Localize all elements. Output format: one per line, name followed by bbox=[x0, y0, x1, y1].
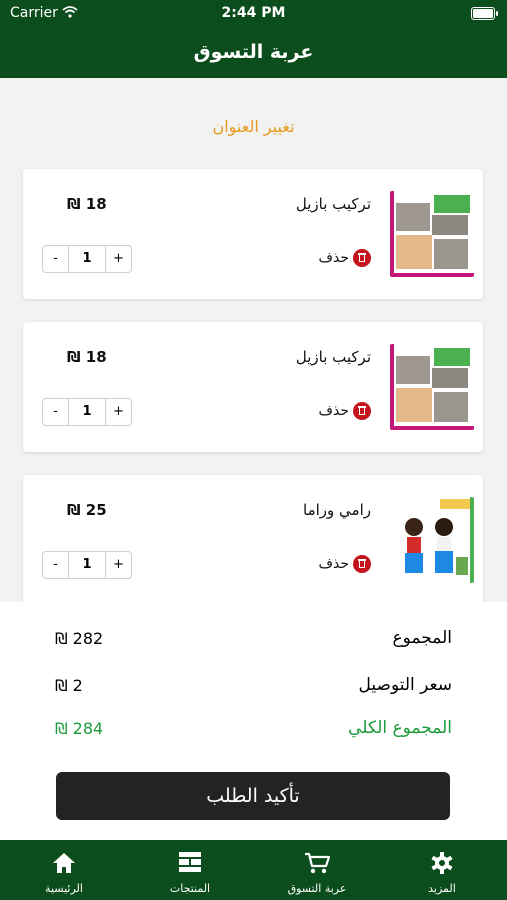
decrease-button[interactable]: - bbox=[43, 552, 69, 578]
quantity-value: 1 bbox=[82, 404, 92, 419]
decrease-button[interactable]: - bbox=[43, 246, 69, 272]
product-name: تركيب بازيل bbox=[295, 195, 371, 213]
trash-icon bbox=[353, 249, 371, 267]
increase-button[interactable]: + bbox=[105, 246, 131, 272]
tab-bar: الرئيسية المنتجات عربة التسوق المزيد bbox=[0, 840, 507, 900]
cart-icon bbox=[305, 852, 331, 874]
increase-button[interactable]: + bbox=[105, 552, 131, 578]
decrease-button[interactable]: - bbox=[43, 399, 69, 425]
trash-icon bbox=[353, 402, 371, 420]
subtotal-value: 282 ₪ bbox=[55, 628, 104, 648]
change-address-link[interactable]: تغيير العنوان bbox=[0, 117, 507, 136]
quantity-stepper: - 1 + bbox=[42, 551, 132, 579]
total-row: 284 ₪ المجموع الكلي bbox=[55, 713, 452, 743]
subtotal-row: 282 ₪ المجموع bbox=[55, 623, 452, 653]
delete-label: حذف bbox=[318, 556, 349, 572]
increase-button[interactable]: + bbox=[105, 399, 131, 425]
page-title: عربة التسوق bbox=[0, 26, 507, 78]
tab-cart[interactable]: عربة التسوق bbox=[262, 840, 372, 900]
product-price: 25 ₪ bbox=[67, 501, 107, 519]
product-name: تركيب بازيل bbox=[295, 348, 371, 366]
quantity-stepper: - 1 + bbox=[42, 245, 132, 273]
tab-label: المنتجات bbox=[169, 882, 211, 895]
delivery-row: 2 ₪ سعر التوصيل bbox=[55, 670, 452, 700]
cart-item: رامي وراما 25 ₪ حذف - 1 + bbox=[23, 475, 483, 605]
product-image bbox=[390, 344, 474, 430]
total-value: 284 ₪ bbox=[55, 718, 104, 738]
product-image bbox=[390, 497, 474, 583]
home-icon bbox=[53, 853, 75, 873]
quantity-value: 1 bbox=[82, 557, 92, 572]
delete-button[interactable]: حذف bbox=[318, 249, 371, 267]
products-icon bbox=[179, 852, 201, 872]
tab-label: الرئيسية bbox=[45, 882, 83, 895]
cart-item: تركيب بازيل 18 ₪ حذف - 1 + bbox=[23, 169, 483, 299]
delivery-value: 2 ₪ bbox=[55, 675, 83, 695]
delivery-label: سعر التوصيل bbox=[358, 675, 452, 695]
delete-label: حذف bbox=[318, 250, 349, 266]
product-price: 18 ₪ bbox=[67, 348, 107, 366]
subtotal-label: المجموع bbox=[392, 628, 452, 648]
delete-button[interactable]: حذف bbox=[318, 402, 371, 420]
product-price: 18 ₪ bbox=[67, 195, 107, 213]
product-image bbox=[390, 191, 474, 277]
status-time: 2:44 PM bbox=[221, 5, 286, 21]
gear-icon bbox=[431, 852, 453, 874]
confirm-order-button[interactable]: تأكيد الطلب bbox=[56, 772, 450, 820]
quantity-stepper: - 1 + bbox=[42, 398, 132, 426]
total-label: المجموع الكلي bbox=[348, 718, 452, 738]
cart-item: تركيب بازيل 18 ₪ حذف - 1 + bbox=[23, 322, 483, 452]
tab-label: عربة التسوق bbox=[287, 882, 347, 895]
status-bar: Carrier 2:44 PM bbox=[0, 0, 507, 26]
delete-label: حذف bbox=[318, 403, 349, 419]
trash-icon bbox=[353, 555, 371, 573]
quantity-value: 1 bbox=[82, 251, 92, 266]
tab-home[interactable]: الرئيسية bbox=[9, 840, 119, 900]
tab-products[interactable]: المنتجات bbox=[135, 840, 245, 900]
delete-button[interactable]: حذف bbox=[318, 555, 371, 573]
product-name: رامي وراما bbox=[303, 501, 371, 519]
battery-icon bbox=[471, 7, 498, 20]
tab-label: المزيد bbox=[428, 882, 456, 895]
tab-more[interactable]: المزيد bbox=[387, 840, 497, 900]
